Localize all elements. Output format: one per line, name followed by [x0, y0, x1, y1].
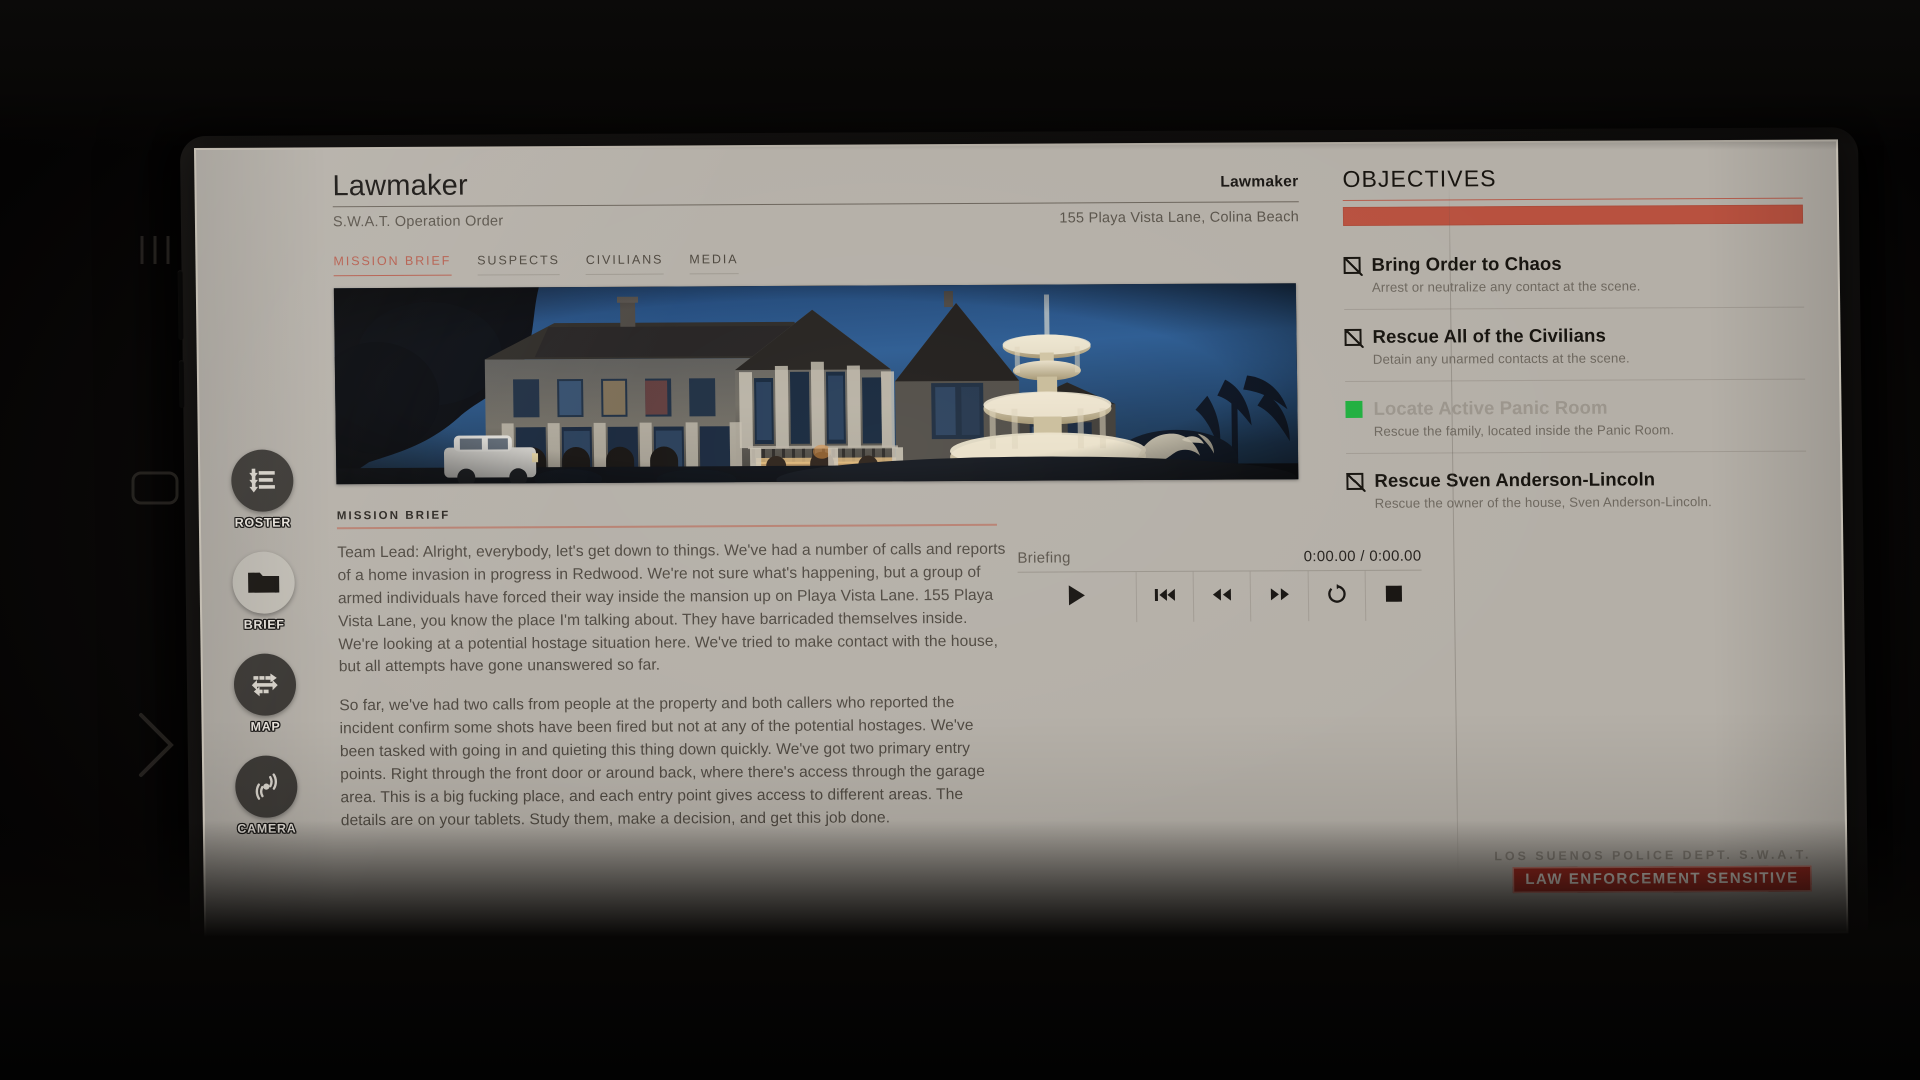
player-track-label: Briefing	[1017, 549, 1071, 567]
objective-description: Rescue the family, located inside the Pa…	[1373, 422, 1675, 440]
header-rule	[332, 201, 1299, 208]
objective-row: Rescue All of the Civilians	[1344, 324, 1804, 348]
objective-row: Bring Order to Chaos	[1343, 252, 1803, 276]
home-square-icon[interactable]	[127, 467, 183, 514]
objective-name: Locate Active Panic Room	[1373, 396, 1608, 420]
objectives-list: Bring Order to Chaos Arrest or neutraliz…	[1343, 245, 1807, 525]
checkbox-unchecked-icon	[1343, 256, 1361, 274]
play-button[interactable]	[1017, 572, 1138, 623]
objective-item: Rescue All of the Civilians Detain any u…	[1344, 307, 1806, 383]
mission-brief-text: Team Lead: Alright, everybody, let's get…	[337, 539, 1013, 834]
brief-paragraph: Team Lead: Alright, everybody, let's get…	[337, 540, 1006, 676]
route-map-icon	[233, 653, 297, 716]
mansion-night-photo	[333, 283, 1299, 485]
objective-name: Rescue All of the Civilians	[1372, 324, 1607, 348]
mission-brief-heading: MISSION BRIEF	[336, 507, 997, 530]
roster-list-icon	[230, 449, 294, 512]
scene-root: ROSTER BRIEF MAP Lawmaker Lawmaker S.W.A…	[0, 0, 1920, 1080]
objective-item: Rescue Sven Anderson-Lincoln Rescue the …	[1346, 452, 1807, 525]
back-chevron-icon[interactable]	[129, 705, 181, 790]
rail-item-brief[interactable]: BRIEF	[232, 551, 296, 632]
tab-civilians[interactable]: CIVILIANS	[585, 252, 664, 276]
tool-rail: ROSTER BRIEF MAP	[210, 449, 319, 836]
rewind-button[interactable]	[1193, 571, 1252, 622]
objective-row: Rescue Sven Anderson-Lincoln	[1346, 468, 1806, 492]
skip-back-icon	[1154, 587, 1176, 606]
objectives-rule	[1342, 197, 1803, 202]
brief-rule	[336, 524, 997, 530]
objectives-progress-fill	[1342, 204, 1804, 227]
fast-forward-icon	[1268, 587, 1290, 606]
device-nav-glyphs	[110, 230, 200, 790]
objective-item: Locate Active Panic Room Rescue the fami…	[1345, 379, 1807, 455]
objective-description: Arrest or neutralize any contact at the …	[1371, 278, 1641, 296]
tab-media[interactable]: MEDIA	[689, 252, 739, 275]
mission-name-label: Lawmaker	[1220, 173, 1299, 192]
objective-row: Locate Active Panic Room	[1345, 396, 1805, 420]
rail-item-roster[interactable]: ROSTER	[230, 449, 294, 530]
objectives-panel: OBJECTIVES Bring Order to Chaos Arrest o…	[1314, 141, 1846, 934]
objective-description: Detain any unarmed contacts at the scene…	[1372, 350, 1630, 368]
rail-label-brief: BRIEF	[243, 617, 285, 632]
brief-kicker: MISSION BRIEF	[336, 510, 451, 523]
menu-lines-icon[interactable]	[132, 230, 178, 275]
address-label: 155 Playa Vista Lane, Colina Beach	[1059, 209, 1300, 227]
document-subheader: S.W.A.T. Operation Order 155 Playa Vista…	[333, 210, 1299, 231]
objectives-title: OBJECTIVES	[1342, 165, 1497, 192]
rail-item-map[interactable]: MAP	[233, 653, 297, 734]
rewind-icon	[1211, 587, 1233, 606]
vignette-bottom	[0, 820, 1920, 1080]
objective-item: Bring Order to Chaos Arrest or neutraliz…	[1343, 245, 1805, 311]
brief-paragraph: So far, we've had two calls from people …	[339, 694, 986, 829]
objectives-progress-bar	[1342, 204, 1804, 227]
rail-label-map: MAP	[250, 719, 281, 734]
objective-name: Rescue Sven Anderson-Lincoln	[1374, 468, 1656, 492]
checkbox-unchecked-icon	[1344, 328, 1362, 346]
checkbox-unchecked-icon	[1346, 472, 1364, 490]
objective-description: Rescue the owner of the house, Sven Ande…	[1374, 494, 1712, 512]
page-title: Lawmaker	[332, 169, 469, 203]
folder-icon	[232, 551, 296, 614]
tab-suspects[interactable]: SUSPECTS	[477, 253, 561, 276]
checkbox-complete-icon	[1345, 400, 1363, 418]
vignette-top	[0, 0, 1920, 150]
play-icon	[1067, 584, 1087, 611]
document-header: Lawmaker Lawmaker	[332, 166, 1299, 203]
tab-bar: MISSION BRIEF SUSPECTS CIVILIANS MEDIA	[333, 250, 1299, 277]
tab-mission-brief[interactable]: MISSION BRIEF	[333, 254, 452, 277]
document-type-label: S.W.A.T. Operation Order	[332, 213, 504, 231]
fast-forward-button[interactable]	[1251, 571, 1309, 622]
camera-wave-icon	[234, 755, 298, 818]
rail-label-roster: ROSTER	[234, 515, 292, 530]
objective-name: Bring Order to Chaos	[1371, 253, 1562, 276]
skip-to-start-button[interactable]	[1136, 571, 1195, 623]
